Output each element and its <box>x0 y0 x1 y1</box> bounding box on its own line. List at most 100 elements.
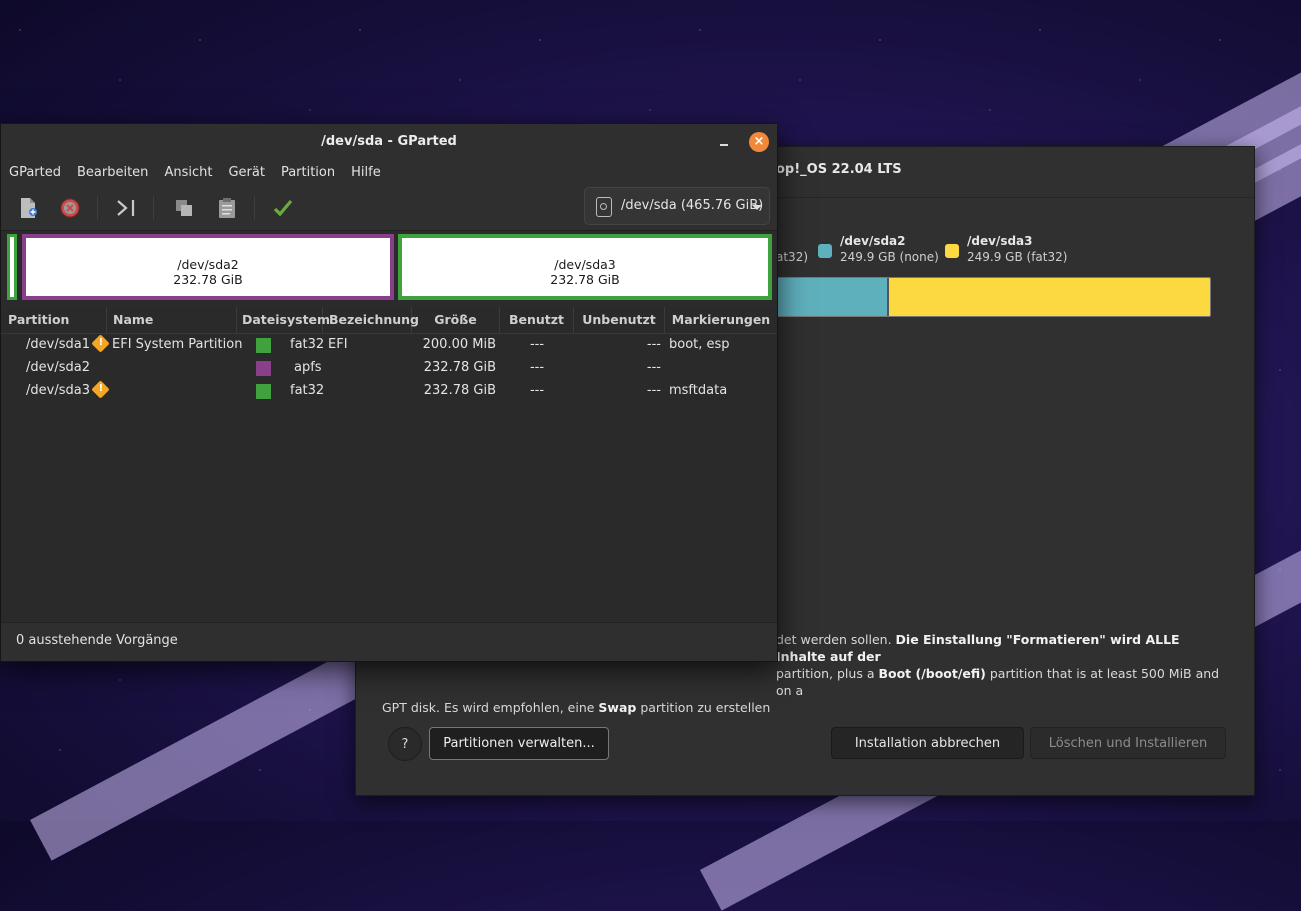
cell-size: 200.00 MiB <box>422 337 496 352</box>
minimize-button[interactable] <box>716 132 734 150</box>
window-title: /dev/sda - GParted <box>321 134 457 149</box>
installer-title: op!_OS 22.04 LTS <box>776 162 902 177</box>
copy-icon <box>176 200 192 216</box>
column-filesystem[interactable]: Dateisystem <box>237 307 330 333</box>
info-text-bold: Boot (/boot/efi) <box>878 666 986 681</box>
legend-name: /dev/sda3 <box>967 234 1033 248</box>
legend-size: 249.9 GB (fat32) <box>967 250 1068 264</box>
device-selector[interactable]: /dev/sda (465.76 GiB) <box>584 187 770 225</box>
toolbar-separator <box>153 196 154 220</box>
disk-map-size: 232.78 GiB <box>550 272 620 287</box>
partition-path: /dev/sda1 <box>26 337 90 352</box>
partition-bar-sda3[interactable] <box>889 278 1210 316</box>
column-label[interactable]: Bezeichnung <box>323 307 419 333</box>
info-text-line: partition zu erstellen <box>636 700 771 715</box>
legend-size: at32) <box>776 250 809 264</box>
toolbar-separator <box>97 196 98 220</box>
skip-forward-icon <box>117 200 135 216</box>
disk-map-name: /dev/sda3 <box>554 257 616 272</box>
partition-bar-sda2[interactable] <box>777 278 887 316</box>
menu-partition[interactable]: Partition <box>273 160 343 186</box>
checkmark-icon <box>273 199 293 217</box>
disk-map-name: /dev/sda2 <box>177 257 239 272</box>
apply-button[interactable] <box>268 194 298 222</box>
close-icon: × <box>753 134 765 149</box>
cell-unused: --- <box>646 360 661 375</box>
filesystem-color-swatch <box>256 361 271 376</box>
cell-flags: msftdata <box>669 383 728 398</box>
disk-map-sda3[interactable]: /dev/sda3 232.78 GiB <box>398 234 772 300</box>
disk-map: /dev/sda2 232.78 GiB /dev/sda3 232.78 Gi… <box>6 231 772 303</box>
cell-size: 232.78 GiB <box>423 360 496 375</box>
cell-partition: /dev/sda1! <box>26 333 110 356</box>
cell-filesystem: fat32 <box>290 383 325 398</box>
manage-partitions-button[interactable]: Partitionen verwalten... <box>429 727 609 760</box>
menu-help[interactable]: Hilfe <box>343 160 389 186</box>
new-document-icon <box>21 198 37 218</box>
column-used[interactable]: Benutzt <box>500 307 574 333</box>
cell-partition: /dev/sda2 <box>26 360 90 375</box>
column-unused[interactable]: Unbenutzt <box>574 307 665 333</box>
resize-move-button[interactable] <box>111 194 141 222</box>
column-flags[interactable]: Markierungen <box>665 307 777 333</box>
warning-icon: ! <box>91 334 110 353</box>
cell-size: 232.78 GiB <box>423 383 496 398</box>
column-size[interactable]: Größe <box>412 307 500 333</box>
chevron-down-icon <box>752 205 762 210</box>
delete-icon <box>60 198 80 218</box>
partition-bar <box>776 277 1211 317</box>
cell-used: --- <box>529 383 545 398</box>
paste-icon <box>219 198 235 218</box>
table-row[interactable]: /dev/sda2 apfs 232.78 GiB --- --- <box>1 356 777 379</box>
info-text-line: det werden sollen. <box>776 632 896 647</box>
paste-button[interactable] <box>212 194 242 222</box>
filesystem-color-swatch <box>256 384 271 399</box>
cell-filesystem: apfs <box>294 360 322 375</box>
menu-view[interactable]: Ansicht <box>156 160 220 186</box>
menu-device[interactable]: Gerät <box>220 160 272 186</box>
disk-map-sda1[interactable] <box>7 234 17 300</box>
cell-flags: boot, esp <box>669 337 730 352</box>
legend-swatch <box>945 244 959 258</box>
cell-used: --- <box>529 337 545 352</box>
menubar: GParted Bearbeiten Ansicht Gerät Partiti… <box>1 160 777 186</box>
erase-and-install-button[interactable]: Löschen und Installieren <box>1030 727 1226 759</box>
delete-partition-button[interactable] <box>55 194 85 222</box>
cell-name: EFI System Partition <box>112 337 243 352</box>
info-text-bold: Swap <box>598 700 637 715</box>
cell-unused: --- <box>646 383 661 398</box>
toolbar: /dev/sda (465.76 GiB) <box>1 186 777 231</box>
copy-button[interactable] <box>169 194 199 222</box>
help-button[interactable]: ? <box>388 727 422 761</box>
table-row[interactable]: /dev/sda3! fat32 232.78 GiB --- --- msft… <box>1 379 777 402</box>
device-label: /dev/sda (465.76 GiB) <box>621 198 764 213</box>
column-partition[interactable]: Partition <box>1 307 107 333</box>
partition-path: /dev/sda3 <box>26 383 90 398</box>
status-bar: 0 ausstehende Vorgänge <box>1 622 777 661</box>
legend-name: /dev/sda2 <box>840 234 906 248</box>
menu-gparted[interactable]: GParted <box>1 160 69 186</box>
table-header: Partition Name Dateisystem Bezeichnung G… <box>1 307 777 334</box>
gparted-titlebar[interactable]: /dev/sda - GParted × <box>1 124 777 160</box>
legend-size: 249.9 GB (none) <box>840 250 939 264</box>
warning-icon: ! <box>91 380 110 399</box>
partition-table: Partition Name Dateisystem Bezeichnung G… <box>1 307 777 623</box>
gparted-window: /dev/sda - GParted × GParted Bearbeiten … <box>0 123 778 662</box>
column-name[interactable]: Name <box>107 307 237 333</box>
new-partition-button[interactable] <box>13 194 43 222</box>
table-row[interactable]: /dev/sda1! EFI System Partition fat32 EF… <box>1 333 777 356</box>
info-text-line: partition, plus a <box>776 666 879 681</box>
disk-map-sda2[interactable]: /dev/sda2 232.78 GiB <box>22 234 394 300</box>
legend-swatch <box>818 244 832 258</box>
menu-edit[interactable]: Bearbeiten <box>69 160 156 186</box>
cancel-installation-button[interactable]: Installation abbrechen <box>831 727 1024 759</box>
toolbar-separator <box>254 196 255 220</box>
cell-label: EFI <box>328 337 348 352</box>
filesystem-color-swatch <box>256 338 271 353</box>
cell-used: --- <box>529 360 545 375</box>
cell-unused: --- <box>646 337 661 352</box>
cell-filesystem: fat32 <box>290 337 325 352</box>
close-button[interactable]: × <box>749 132 769 152</box>
cell-partition: /dev/sda3! <box>26 379 110 402</box>
disk-map-size: 232.78 GiB <box>173 272 243 287</box>
